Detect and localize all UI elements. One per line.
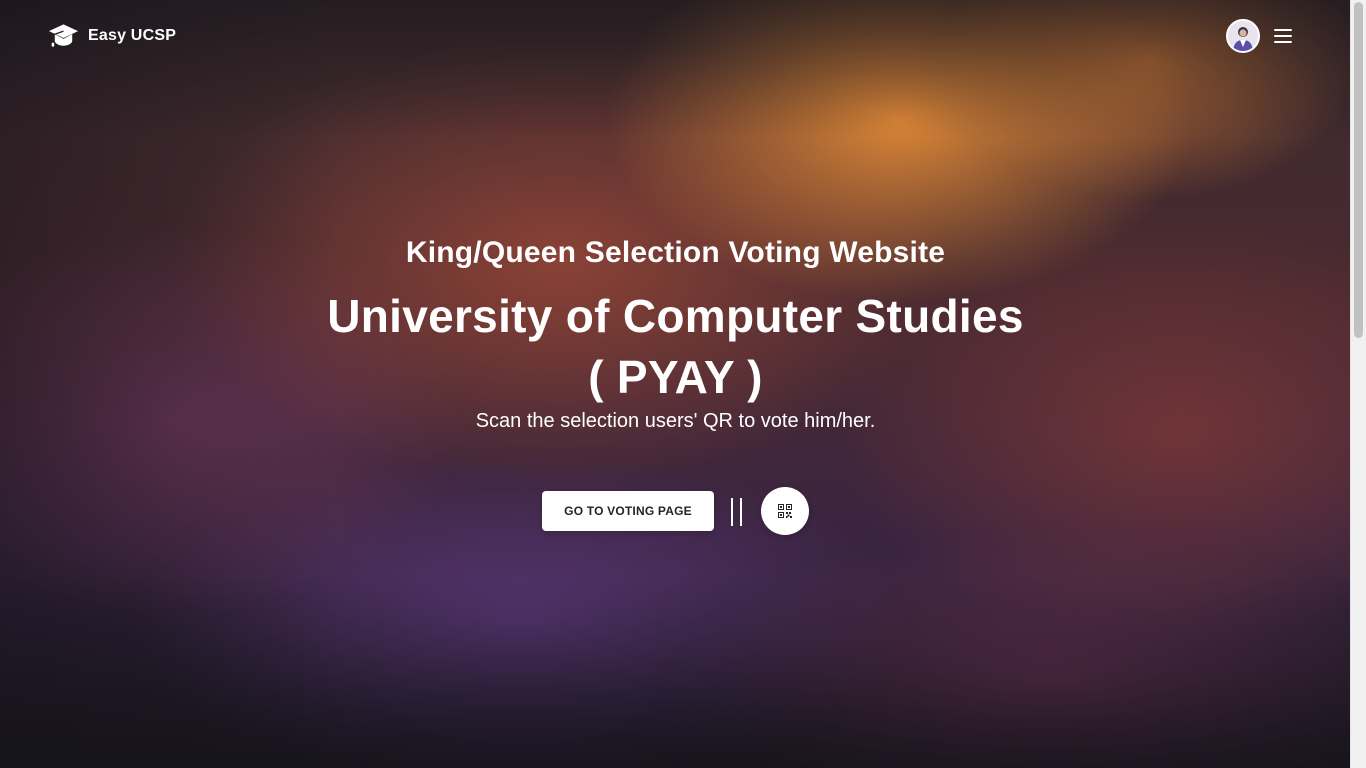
graduation-cap-icon bbox=[48, 24, 79, 47]
divider-bar-right bbox=[740, 498, 742, 526]
avatar-image bbox=[1228, 21, 1258, 51]
go-to-voting-page-button[interactable]: GO TO VOTING PAGE bbox=[542, 491, 714, 531]
divider-bar-left bbox=[731, 498, 733, 526]
brand-name: Easy UCSP bbox=[88, 27, 177, 44]
hero-title-line-1: University of Computer Studies bbox=[327, 290, 1024, 342]
scrollbar-thumb[interactable] bbox=[1354, 2, 1363, 338]
page-scrollbar[interactable] bbox=[1350, 0, 1366, 768]
qr-code-icon bbox=[778, 504, 792, 518]
page: Easy UCSP King/Queen Selection Voting We… bbox=[0, 0, 1366, 768]
hero-title: University of Computer Studies ( PYAY ) bbox=[0, 286, 1351, 408]
hero-subtitle: King/Queen Selection Voting Website bbox=[405, 236, 946, 269]
qr-scan-button[interactable] bbox=[761, 487, 809, 535]
hero-lead-text: Scan the selection users' QR to vote him… bbox=[475, 410, 876, 432]
brand-link[interactable]: Easy UCSP bbox=[48, 22, 176, 50]
navbar: Easy UCSP bbox=[0, 0, 1351, 72]
hero-title-line-2: ( PYAY ) bbox=[588, 351, 763, 403]
hamburger-menu-icon[interactable] bbox=[1272, 28, 1294, 44]
user-avatar[interactable] bbox=[1226, 19, 1260, 53]
